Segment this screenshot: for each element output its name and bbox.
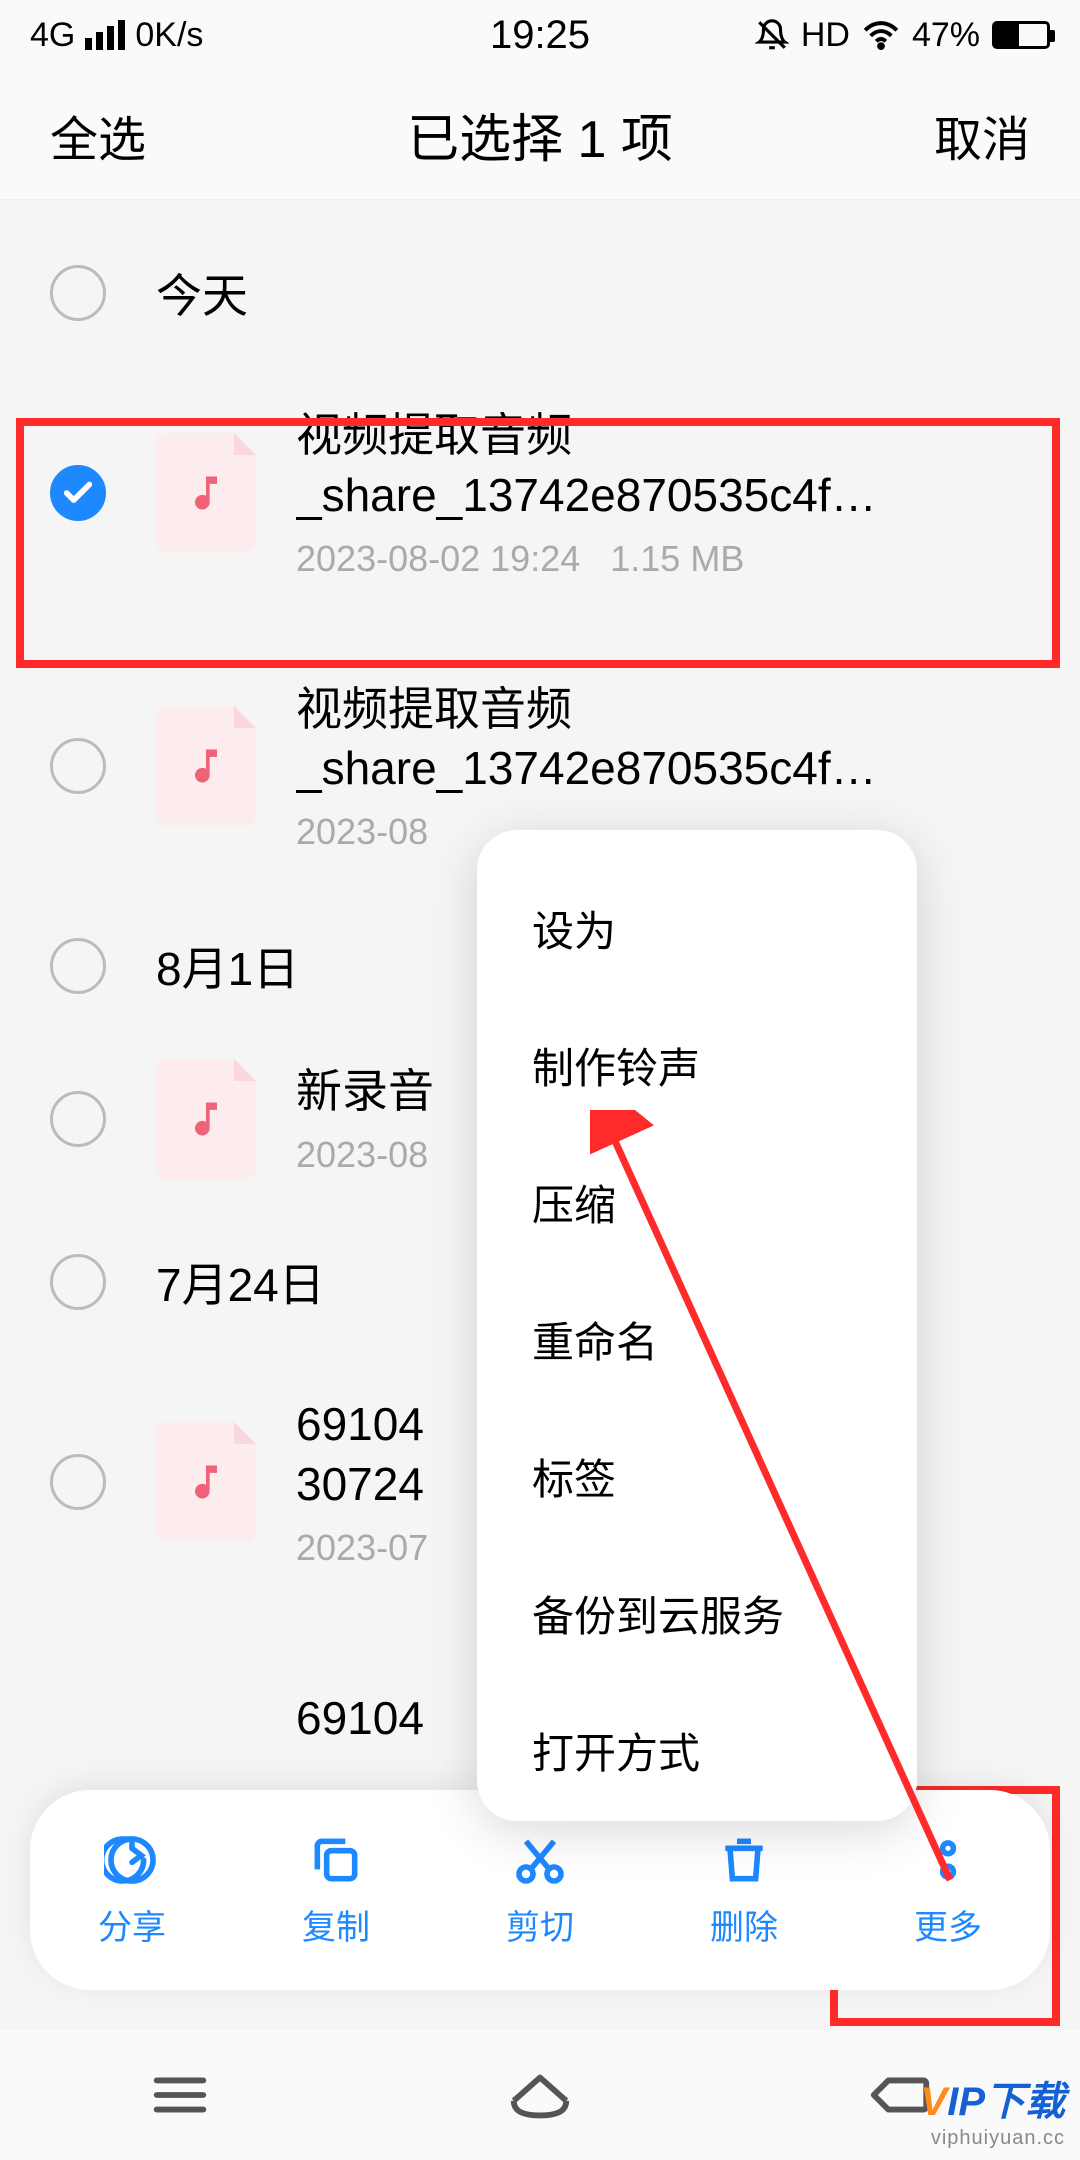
select-all-button[interactable]: 全选 bbox=[50, 100, 146, 170]
mute-icon bbox=[755, 18, 789, 52]
nav-home-icon[interactable] bbox=[505, 2060, 575, 2130]
menu-tag[interactable]: 标签 bbox=[477, 1408, 917, 1545]
file-name: 视频提取音频_share_13742e870535c4f… bbox=[296, 680, 996, 800]
selection-title: 已选择 1 项 bbox=[407, 97, 673, 172]
delete-label: 删除 bbox=[710, 1900, 778, 1949]
battery-percent: 47% bbox=[912, 16, 980, 55]
menu-compress[interactable]: 压缩 bbox=[477, 1134, 917, 1271]
context-menu: 设为 制作铃声 压缩 重命名 标签 备份到云服务 打开方式 bbox=[477, 830, 917, 1821]
music-file-icon bbox=[156, 1422, 256, 1542]
status-right: HD 47% bbox=[755, 16, 1050, 55]
more-label: 更多 bbox=[914, 1900, 982, 1949]
music-file-icon bbox=[156, 706, 256, 826]
file-name: 6910430724 bbox=[296, 1395, 428, 1515]
signal-icon bbox=[85, 20, 125, 50]
menu-open-with[interactable]: 打开方式 bbox=[477, 1682, 917, 1791]
menu-set-as[interactable]: 设为 bbox=[477, 860, 917, 997]
watermark: VIP下载 viphuiyuan.cc bbox=[921, 2069, 1065, 2150]
selection-header: 全选 已选择 1 项 取消 bbox=[0, 70, 1080, 200]
share-label: 分享 bbox=[98, 1900, 166, 1949]
battery-icon bbox=[992, 21, 1050, 49]
copy-label: 复制 bbox=[302, 1900, 370, 1949]
cut-icon bbox=[512, 1832, 568, 1888]
nav-menu-icon[interactable] bbox=[145, 2060, 215, 2130]
group-title: 8月1日 bbox=[156, 933, 299, 999]
copy-icon bbox=[308, 1832, 364, 1888]
file-checkbox[interactable] bbox=[50, 1091, 106, 1147]
group-header-today[interactable]: 今天 bbox=[0, 230, 1080, 356]
network-type: 4G bbox=[30, 16, 75, 55]
status-time: 19:25 bbox=[490, 13, 590, 58]
status-left: 4G 0K/s bbox=[30, 16, 203, 55]
cut-label: 剪切 bbox=[506, 1900, 574, 1949]
copy-button[interactable]: 复制 bbox=[234, 1790, 438, 1990]
data-speed: 0K/s bbox=[135, 16, 203, 55]
file-name: 69104 bbox=[296, 1689, 424, 1749]
cancel-button[interactable]: 取消 bbox=[934, 100, 1030, 170]
file-meta: 2023-07 bbox=[296, 1527, 428, 1569]
file-name: 视频提取音频_share_13742e870535c4f… bbox=[296, 406, 996, 526]
more-icon bbox=[920, 1832, 976, 1888]
file-meta: 2023-08-02 19:24 1.15 MB bbox=[296, 538, 1050, 580]
share-icon bbox=[104, 1832, 160, 1888]
music-file-icon bbox=[156, 433, 256, 553]
menu-make-ringtone[interactable]: 制作铃声 bbox=[477, 997, 917, 1134]
group-checkbox[interactable] bbox=[50, 265, 106, 321]
group-title: 7月24日 bbox=[156, 1249, 325, 1315]
group-checkbox[interactable] bbox=[50, 1254, 106, 1310]
share-button[interactable]: 分享 bbox=[30, 1790, 234, 1990]
file-checkbox-checked[interactable] bbox=[50, 465, 106, 521]
file-item-1[interactable]: 视频提取音频_share_13742e870535c4f… 2023-08-02… bbox=[0, 356, 1080, 630]
hd-indicator: HD bbox=[801, 16, 850, 55]
group-title: 今天 bbox=[156, 260, 248, 326]
system-nav-bar bbox=[0, 2030, 1080, 2160]
file-checkbox[interactable] bbox=[50, 1454, 106, 1510]
trash-icon bbox=[716, 1832, 772, 1888]
status-bar: 4G 0K/s 19:25 HD 47% bbox=[0, 0, 1080, 70]
wifi-icon bbox=[862, 16, 900, 54]
music-file-icon bbox=[156, 1059, 256, 1179]
menu-backup[interactable]: 备份到云服务 bbox=[477, 1545, 917, 1682]
menu-rename[interactable]: 重命名 bbox=[477, 1271, 917, 1408]
file-info: 视频提取音频_share_13742e870535c4f… 2023-08-02… bbox=[296, 406, 1050, 580]
file-info: 视频提取音频_share_13742e870535c4f… 2023-08 bbox=[296, 680, 1050, 854]
file-checkbox[interactable] bbox=[50, 738, 106, 794]
group-checkbox[interactable] bbox=[50, 938, 106, 994]
